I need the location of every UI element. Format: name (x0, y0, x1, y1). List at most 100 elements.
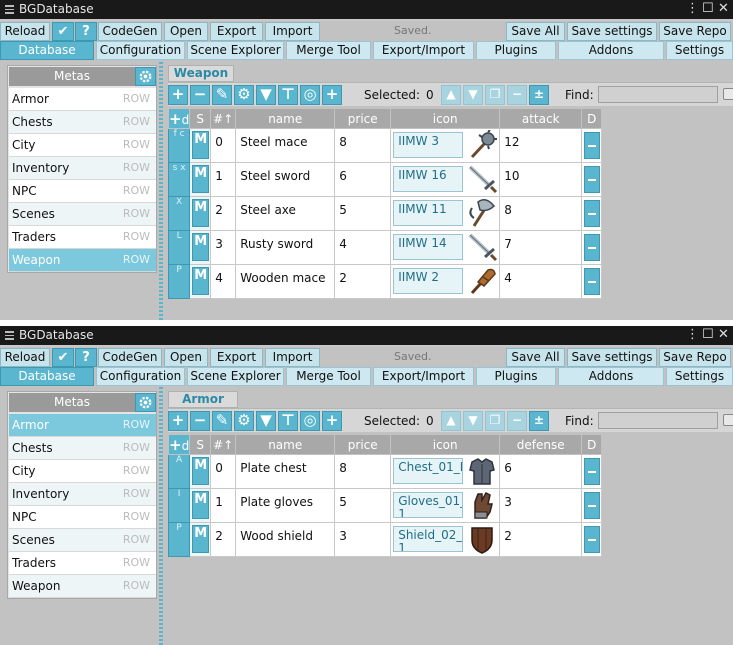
tab-database[interactable]: Database (0, 41, 94, 60)
price-cell[interactable]: 6 (334, 162, 392, 197)
delete-row-button[interactable] (584, 268, 601, 295)
stat-cell[interactable]: 8 (499, 196, 583, 231)
column-header[interactable]: price (334, 434, 392, 455)
meta-item[interactable]: Inventory ROW (9, 157, 156, 180)
codegen-button[interactable]: CodeGen (98, 348, 162, 367)
close-icon[interactable]: ✕ (718, 327, 729, 343)
table-row[interactable]: X M 2 Steel axe 5 IIMW 11 8 (167, 196, 603, 231)
table-row[interactable]: IM1 Plate gloves 5 Gloves_01_Nobg 1 3 (167, 488, 603, 523)
pin-icon[interactable]: ⊤ (278, 411, 298, 431)
pin-icon[interactable]: ⊤ (278, 85, 298, 105)
icon-reference-field[interactable]: Shield_02_Nobg 1 (393, 526, 464, 552)
remove-row-icon[interactable]: − (190, 411, 210, 431)
column-header[interactable]: price (334, 108, 392, 129)
table-row[interactable]: L M 3 Rusty sword 4 IIMW 14 7 (167, 230, 603, 265)
icon-cell[interactable]: Chest_01_Nobg (390, 454, 501, 489)
row-menu-button[interactable]: M (192, 199, 210, 227)
icon-cell[interactable]: IIMW 11 (390, 196, 501, 231)
stat-cell[interactable]: 2 (499, 522, 583, 557)
meta-item[interactable]: Scenes ROW (9, 203, 156, 226)
meta-item[interactable]: Armor ROW (9, 88, 156, 111)
expand-icon[interactable]: ± (529, 85, 549, 105)
column-header[interactable]: defense (499, 434, 583, 455)
move-up-icon[interactable]: ▲ (441, 411, 461, 431)
save-repo-button[interactable]: Save Repo (659, 22, 731, 41)
column-header[interactable]: icon (390, 108, 501, 129)
collapse-icon[interactable]: − (507, 411, 527, 431)
icon-reference-field[interactable]: IIMW 3 (393, 132, 464, 158)
meta-item[interactable]: Chests ROW (9, 111, 156, 134)
icon-cell[interactable]: IIMW 3 (390, 128, 501, 163)
filter-icon[interactable]: ▼ (256, 411, 276, 431)
price-cell[interactable]: 5 (334, 196, 392, 231)
meta-item[interactable]: Weapon ROW (9, 249, 156, 272)
move-down-icon[interactable]: ▼ (463, 411, 483, 431)
price-cell[interactable]: 3 (334, 522, 392, 557)
icon-reference-field[interactable]: IIMW 2 (393, 268, 464, 294)
meta-tab[interactable]: Armor (168, 391, 238, 408)
import-button[interactable]: Import (265, 348, 320, 367)
stat-cell[interactable]: 10 (499, 162, 583, 197)
tab-scene-explorer[interactable]: Scene Explorer (187, 367, 284, 386)
codegen-button[interactable]: CodeGen (98, 22, 162, 41)
name-cell[interactable]: Plate gloves (235, 488, 336, 523)
tab-settings[interactable]: Settings (666, 41, 733, 60)
name-cell[interactable]: Wood shield (235, 522, 336, 557)
tab-merge-tool[interactable]: Merge Tool (286, 41, 371, 60)
tab-export-import[interactable]: Export/Import (373, 41, 474, 60)
more-options-icon[interactable]: ⋮ (686, 327, 699, 343)
copy-icon[interactable]: ❐ (485, 411, 505, 431)
name-cell[interactable]: Steel mace (235, 128, 336, 163)
edit-icon[interactable]: ✎ (212, 411, 232, 431)
save-settings-button[interactable]: Save settings (567, 348, 657, 367)
check-icon[interactable]: ✔ (52, 348, 74, 367)
copy-icon[interactable]: ❐ (485, 85, 505, 105)
reload-button[interactable]: Reload (0, 22, 50, 41)
column-header[interactable]: name (235, 108, 336, 129)
save-settings-button[interactable]: Save settings (567, 22, 657, 41)
column-header[interactable]: +d (167, 108, 191, 129)
find-options-checkbox[interactable] (723, 414, 733, 426)
column-header[interactable]: attack (499, 108, 583, 129)
target-icon[interactable]: ◎ (300, 411, 320, 431)
help-icon[interactable]: ? (75, 22, 97, 41)
reload-button[interactable]: Reload (0, 348, 50, 367)
open-button[interactable]: Open (164, 22, 208, 41)
row-menu-button[interactable]: M (192, 525, 210, 553)
meta-item[interactable]: Traders ROW (9, 552, 156, 575)
meta-item[interactable]: NPC ROW (9, 180, 156, 203)
tab-plugins[interactable]: Plugins (476, 367, 556, 386)
table-row[interactable]: AM0 Plate chest 8 Chest_01_Nobg 6 (167, 454, 603, 489)
tab-configuration[interactable]: Configuration (96, 41, 185, 60)
stat-cell[interactable]: 7 (499, 230, 583, 265)
meta-item[interactable]: Armor ROW (9, 414, 156, 437)
icon-cell[interactable]: IIMW 16 (390, 162, 501, 197)
metas-settings-button[interactable] (135, 67, 156, 86)
close-icon[interactable]: ✕ (718, 1, 729, 17)
name-cell[interactable]: Steel sword (235, 162, 336, 197)
save-all-button[interactable]: Save All (506, 348, 565, 367)
tab-database[interactable]: Database (0, 367, 94, 386)
table-row[interactable]: s x M 1 Steel sword 6 IIMW 16 10 (167, 162, 603, 197)
expand-icon[interactable]: ± (529, 411, 549, 431)
name-cell[interactable]: Steel axe (235, 196, 336, 231)
icon-reference-field[interactable]: IIMW 11 (393, 200, 464, 226)
save-all-button[interactable]: Save All (506, 22, 565, 41)
table-row[interactable]: P M 4 Wooden mace 2 IIMW 24 (167, 264, 603, 299)
icon-reference-field[interactable]: IIMW 14 (393, 234, 464, 260)
tab-addons[interactable]: Addons (558, 41, 664, 60)
tab-plugins[interactable]: Plugins (476, 41, 556, 60)
icon-cell[interactable]: IIMW 14 (390, 230, 501, 265)
meta-item[interactable]: City ROW (9, 460, 156, 483)
meta-item[interactable]: Chests ROW (9, 437, 156, 460)
maximize-icon[interactable]: ☐ (702, 1, 714, 17)
add-icon[interactable]: + (322, 85, 342, 105)
meta-item[interactable]: City ROW (9, 134, 156, 157)
meta-tab[interactable]: Weapon (168, 65, 234, 82)
table-row[interactable]: f c M 0 Steel mace 8 IIMW 3 12 (167, 128, 603, 163)
column-header[interactable]: #↑ (210, 108, 237, 129)
find-options-checkbox[interactable] (723, 88, 733, 100)
move-down-icon[interactable]: ▼ (463, 85, 483, 105)
maximize-icon[interactable]: ☐ (702, 327, 714, 343)
add-field-icon[interactable]: + (169, 436, 182, 454)
